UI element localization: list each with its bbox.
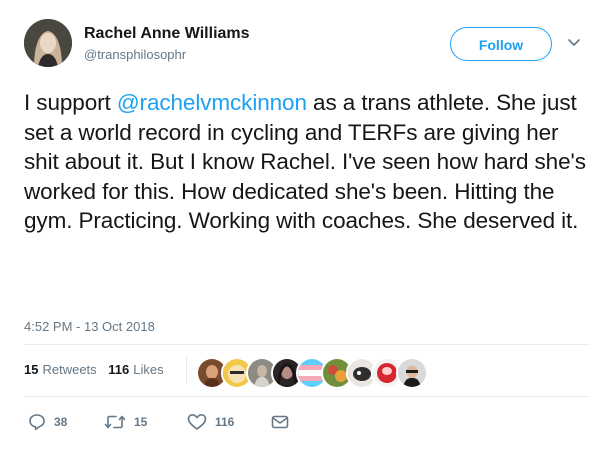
tweet-card: Rachel Anne Williams @transphilosophr Fo…: [0, 0, 615, 451]
direct-message-button[interactable]: [271, 412, 297, 432]
heart-icon: [187, 414, 207, 430]
retweets-stat[interactable]: 15 Retweets: [24, 362, 97, 377]
likes-count: 116: [108, 362, 130, 377]
like-count: 116: [215, 415, 235, 429]
tweet-text: I support @rachelvmckinnon as a trans at…: [24, 88, 594, 236]
reply-icon: [29, 414, 45, 431]
tweet-stats: 15 Retweets 116 Likes: [24, 362, 172, 377]
mention-link[interactable]: @rachelvmckinnon: [117, 90, 307, 115]
likes-label: Likes: [133, 362, 164, 377]
reply-button[interactable]: 38: [28, 412, 67, 432]
like-button[interactable]: 116: [187, 412, 234, 432]
retweet-count: 15: [134, 415, 148, 429]
retweets-count: 15: [24, 362, 39, 377]
reply-count: 38: [54, 415, 68, 429]
author-avatar[interactable]: [24, 19, 72, 67]
chevron-down-icon[interactable]: [567, 38, 581, 48]
likes-stat[interactable]: 116 Likes: [108, 362, 163, 377]
author-handle[interactable]: @transphilosophr: [84, 47, 186, 62]
liker-avatar-9[interactable]: [396, 357, 428, 389]
stats-separator: [186, 356, 187, 384]
divider: [24, 396, 590, 397]
retweets-label: Retweets: [42, 362, 97, 377]
divider: [24, 344, 590, 345]
author-name[interactable]: Rachel Anne Williams: [84, 25, 250, 43]
envelope-icon: [271, 415, 289, 429]
retweet-button[interactable]: 15: [104, 412, 147, 432]
profile-photo-icon: [24, 19, 72, 67]
follow-button[interactable]: Follow: [450, 27, 552, 61]
retweet-icon: [104, 415, 126, 429]
tweet-text-start: I support: [24, 90, 117, 115]
tweet-timestamp[interactable]: 4:52 PM - 13 Oct 2018: [24, 319, 155, 334]
